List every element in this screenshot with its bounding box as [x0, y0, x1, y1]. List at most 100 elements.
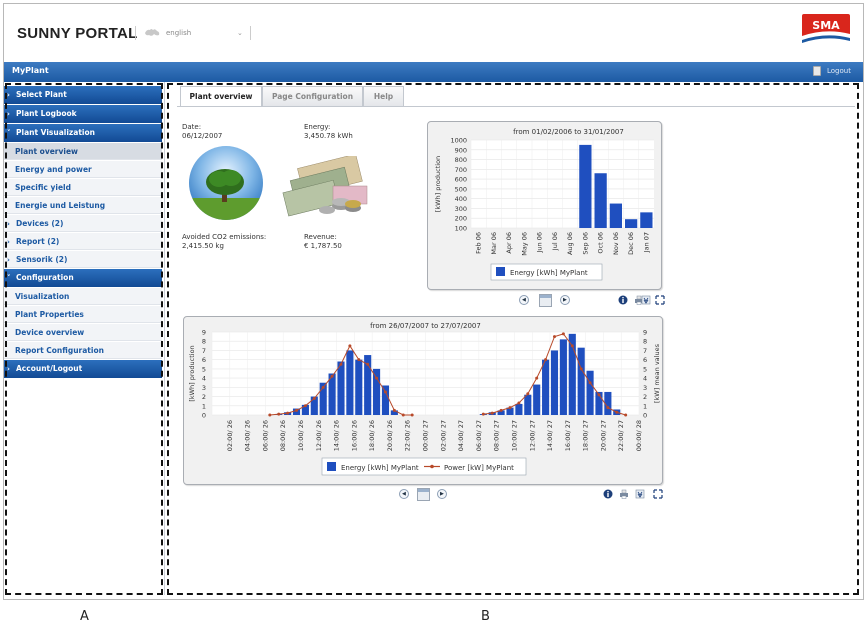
y-tick-label: 800	[455, 156, 467, 164]
sidebar-item-label: Plant Visualization	[16, 128, 95, 137]
power-point	[401, 413, 405, 417]
language-select[interactable]: english	[166, 29, 191, 37]
x-tick-label: 08:00/ 26	[279, 420, 287, 451]
y2-tick-label: 5	[643, 365, 647, 373]
x-tick-label: 04:00/ 27	[457, 420, 465, 451]
calendar-icon[interactable]	[539, 294, 552, 307]
print-icon[interactable]	[619, 489, 629, 499]
power-point	[339, 362, 343, 366]
power-point	[366, 362, 370, 366]
sidebar-item-energie-und-leistung[interactable]: Energie und Leistung	[4, 197, 162, 214]
sidebar-item-specific-yield[interactable]: Specific yield	[4, 179, 162, 196]
bar	[550, 350, 559, 415]
y2-tick-label: 9	[643, 329, 647, 337]
bar	[586, 370, 594, 415]
sidebar-item-label: Energy and power	[15, 165, 92, 174]
fullscreen-icon[interactable]	[655, 295, 665, 305]
chevron-right-icon: ›	[7, 256, 10, 264]
co2-label: Avoided CO2 emissions:	[182, 233, 267, 241]
x-tick-label: 00:00/ 28	[635, 420, 643, 451]
tab-page-configuration[interactable]: Page Configuration	[262, 86, 363, 106]
power-point	[552, 335, 556, 339]
sidebar-item-plant-overview[interactable]: Plant overview	[4, 143, 162, 160]
sidebar-item-account-logout[interactable]: › Account/Logout	[4, 360, 162, 378]
x-tick-label: 22:00/ 27	[617, 420, 625, 451]
next-icon[interactable]: ▶	[437, 489, 447, 499]
y-tick-label: 900	[455, 146, 467, 154]
y2-axis-label: [kW] mean values	[653, 343, 661, 403]
y2-tick-label: 8	[643, 338, 647, 346]
y2-tick-label: 0	[643, 412, 647, 420]
x-tick-label: May 06	[520, 232, 528, 256]
sidebar-item-plant-visualization[interactable]: ˅ Plant Visualization	[4, 124, 162, 142]
x-tick-label: 06:00/ 27	[475, 420, 483, 451]
power-point	[615, 410, 619, 414]
sidebar-item-device-overview[interactable]: Device overview	[4, 324, 162, 341]
sidebar-item-configuration[interactable]: ˅ Configuration	[4, 269, 162, 287]
power-point	[499, 408, 503, 412]
header-divider	[135, 26, 136, 40]
legend-label: Energy [kWh] MyPlant	[510, 269, 588, 277]
bar	[609, 203, 622, 228]
tab-help[interactable]: Help	[363, 86, 404, 106]
sidebar-item-plant-logbook[interactable]: › Plant Logbook	[4, 105, 162, 123]
calendar-icon[interactable]	[417, 488, 430, 501]
bar	[515, 403, 523, 415]
portal-header: SUNNY PORTAL english ⌄ SMA	[4, 4, 863, 60]
fullscreen-icon[interactable]	[653, 489, 663, 499]
monthly-energy-chart: from 01/02/2006 to 31/01/2007 100 200 300 40…	[434, 128, 654, 281]
revenue-value: € 1,787.50	[304, 242, 342, 250]
x-tick-label: Aug 06	[566, 232, 574, 255]
sidebar-item-label: Select Plant	[16, 90, 67, 99]
lock-icon[interactable]	[813, 66, 821, 76]
y-axis-label: [kWh] production	[188, 345, 196, 401]
x-tick-label: 10:00/ 27	[510, 420, 518, 451]
power-point	[535, 376, 539, 380]
export-icon[interactable]	[635, 489, 645, 499]
tab-plant-overview[interactable]: Plant overview	[180, 86, 262, 107]
bar	[577, 347, 585, 415]
sidebar-item-visualization[interactable]: Visualization	[4, 288, 162, 305]
export-icon[interactable]	[641, 295, 651, 305]
power-point	[295, 408, 299, 412]
info-icon[interactable]	[603, 489, 613, 499]
y-tick-label: 400	[455, 195, 467, 203]
x-tick-label: 18:00/ 27	[582, 420, 590, 451]
legend-swatch	[327, 462, 336, 471]
prev-icon[interactable]: ◀	[399, 489, 409, 499]
power-point	[348, 344, 352, 348]
portal-title[interactable]: SUNNY PORTAL	[17, 25, 138, 42]
bar	[533, 384, 541, 415]
date-label: Date:	[182, 123, 202, 131]
logout-link[interactable]: Logout	[827, 67, 851, 75]
sidebar-item-label: Visualization	[15, 292, 70, 301]
region-a-label: A	[80, 609, 89, 624]
bar	[579, 144, 592, 228]
power-point	[561, 332, 565, 336]
chevron-down-icon[interactable]: ⌄	[237, 29, 243, 37]
power-point	[321, 385, 325, 389]
x-tick-label: 14:00/ 27	[546, 420, 554, 451]
chevron-down-icon: ˅	[7, 274, 11, 282]
prev-icon[interactable]: ◀	[519, 295, 529, 305]
info-icon[interactable]	[618, 295, 628, 305]
y2-tick-label: 7	[643, 347, 647, 355]
co2-tree-image	[189, 146, 263, 220]
sidebar-item-energy-and-power[interactable]: Energy and power	[4, 161, 162, 178]
next-icon[interactable]: ▶	[560, 295, 570, 305]
y-tick-label: 1000	[450, 137, 467, 145]
x-tick-label: Mar 06	[490, 232, 498, 255]
sidebar-item-label: Configuration	[16, 273, 74, 282]
sidebar-item-sensorik-2[interactable]: › Sensorik (2)	[4, 251, 162, 268]
sidebar-item-report-configuration[interactable]: Report Configuration	[4, 342, 162, 359]
chart-title: from 26/07/2007 to 27/07/2007	[370, 322, 481, 330]
y2-tick-label: 1	[643, 402, 647, 410]
sidebar-item-plant-properties[interactable]: Plant Properties	[4, 306, 162, 323]
x-tick-label: 10:00/ 26	[297, 420, 305, 451]
sidebar-item-devices-2[interactable]: › Devices (2)	[4, 215, 162, 232]
power-point	[268, 413, 272, 417]
sidebar-item-select-plant[interactable]: › Select Plant	[4, 86, 162, 104]
energy-value: 3,450.78 kWh	[304, 132, 353, 140]
sidebar-nav: › Select Plant › Plant Logbook ˅ Plant Visual…	[4, 86, 162, 379]
sidebar-item-report-2[interactable]: › Report (2)	[4, 233, 162, 250]
